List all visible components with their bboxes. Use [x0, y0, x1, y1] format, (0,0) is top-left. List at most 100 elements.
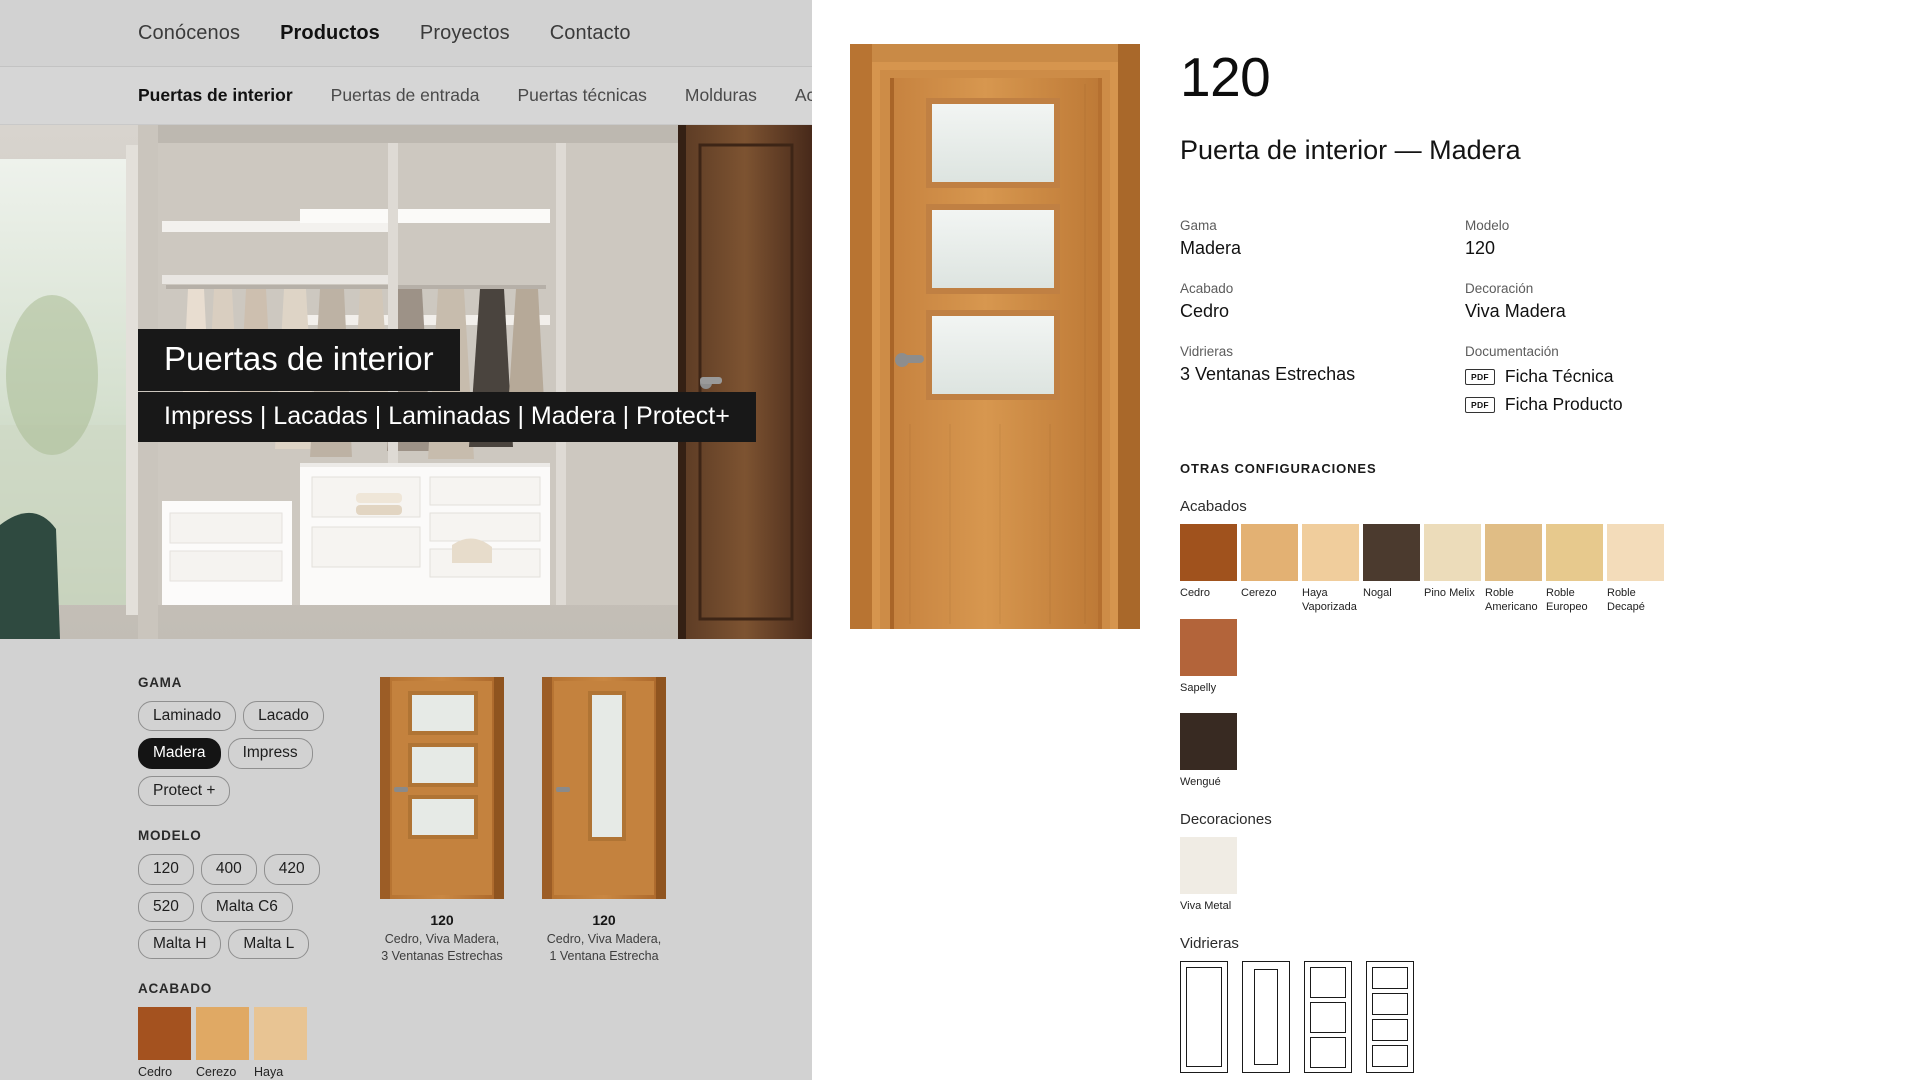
sub-navigation: Puertas de interior Puertas de entrada P… [0, 67, 812, 125]
spec-value-gama: Madera [1180, 238, 1242, 258]
app-root: Conócenos Productos Proyectos Contacto P… [0, 0, 1920, 1080]
swatch-sapelly[interactable] [1180, 618, 1237, 676]
swatch-cedro[interactable] [138, 1007, 191, 1061]
chip-modelo-120[interactable]: 120 [138, 854, 194, 885]
chip-modelo-malta-c6[interactable]: Malta C6 [200, 891, 293, 922]
spec-grid: Gama Madera Modelo 120 Acabado Cedro Dec… [1180, 196, 1720, 415]
vidriera-pane-stack [1372, 967, 1408, 1068]
vidriera-option[interactable]: 1 Ventana [1180, 961, 1228, 1080]
swatch-cell[interactable]: Viva Metal [1180, 837, 1237, 913]
product-card-title: 120 [430, 912, 454, 928]
door-thumbnail-1-ventana[interactable] [536, 675, 672, 901]
vidriera-pane [1310, 1036, 1346, 1068]
acabados-swatch-grid: Cedro Cerezo Haya Vaporizada Nogal Pino … [1180, 524, 1705, 789]
swatch-cell[interactable]: Roble Europeo [1546, 524, 1603, 615]
chip-gama-impress[interactable]: Impress [227, 738, 313, 769]
swatch-viva-metal[interactable] [1180, 837, 1237, 895]
vidriera-pane [1372, 1045, 1408, 1068]
swatch-label: Cerezo [196, 1065, 237, 1080]
swatch-cell[interactable]: Haya Vaporiz... [254, 1007, 307, 1080]
nav-item-proyectos[interactable]: Proyectos [420, 22, 510, 45]
swatch-cell[interactable]: Roble Decapé [1607, 524, 1664, 615]
swatch-nogal[interactable] [1363, 524, 1420, 581]
filter-label-gama: GAMA [138, 675, 183, 690]
product-card[interactable]: 120 Cedro, Viva Madera, 3 Ventanas Estre… [374, 675, 510, 1080]
swatch-cell[interactable]: Cerezo [196, 1007, 249, 1080]
filter-label-acabado: ACABADO [138, 981, 212, 997]
spec-key-modelo: Modelo [1465, 218, 1510, 233]
swatch-cell[interactable]: Sapelly [1180, 618, 1237, 695]
chip-modelo-420[interactable]: 420 [263, 854, 320, 885]
spec-key-gama: Gama [1180, 218, 1217, 233]
swatch-label: Nogal [1363, 587, 1392, 599]
swatch-cell[interactable]: Cedro [138, 1007, 191, 1080]
chip-modelo-400[interactable]: 400 [200, 854, 257, 885]
subnav-item-molduras[interactable]: Molduras [685, 85, 757, 106]
swatch-cerezo[interactable] [196, 1007, 249, 1061]
vidriera-pane [1372, 967, 1408, 990]
vidrieras-option-row: 1 Ventana 1 Ventana [1180, 961, 1868, 1080]
document-link-ficha-tecnica[interactable]: PDF Ficha Técnica [1465, 366, 1720, 387]
document-list: PDF Ficha Técnica PDF Ficha Producto [1465, 366, 1720, 415]
swatch-haya-vaporizada[interactable] [1302, 524, 1359, 581]
subnav-item-puertas-de-entrada[interactable]: Puertas de entrada [331, 85, 480, 106]
swatch-label: Roble Americano [1485, 587, 1538, 614]
swatch-cell[interactable]: Cerezo [1241, 524, 1298, 615]
swatch-label: Roble Europeo [1546, 587, 1588, 614]
swatch-label: Cedro [138, 1065, 173, 1080]
chip-gama-lacado[interactable]: Lacado [243, 701, 324, 732]
swatch-cell[interactable]: Pino Melix [1424, 524, 1481, 615]
vidriera-diagram-4-ventanas[interactable] [1366, 961, 1414, 1074]
swatch-label: Pino Melix [1424, 587, 1475, 599]
nav-item-productos[interactable]: Productos [280, 22, 380, 45]
vidriera-diagram-3-ventanas[interactable] [1304, 961, 1352, 1074]
vidriera-diagram-1-ventana-a[interactable] [1180, 961, 1228, 1074]
product-number: 120 [1180, 46, 1271, 108]
chip-modelo-malta-h[interactable]: Malta H [138, 928, 222, 960]
swatch-cerezo[interactable] [1241, 524, 1298, 581]
chip-gama-laminado[interactable]: Laminado [138, 701, 237, 732]
document-label: Ficha Producto [1504, 394, 1623, 414]
chip-modelo-520[interactable]: 520 [138, 891, 194, 922]
subnav-item-puertas-de-interior[interactable]: Puertas de interior [138, 85, 293, 106]
filter-group-acabado: Cedro Cerezo Haya Vaporiz... Nogal [138, 1007, 350, 1080]
document-label: Ficha Técnica [1504, 366, 1614, 386]
subnav-item-accesorios[interactable]: Acc [795, 85, 812, 106]
filter-group-modelo: 120 400 420 520 Malta C6 Malta H Malta L [138, 854, 350, 960]
chip-gama-madera[interactable]: Madera [138, 738, 221, 769]
swatch-cell[interactable]: Cedro [1180, 524, 1237, 615]
swatch-haya-vaporizada[interactable] [254, 1007, 307, 1061]
swatch-roble-decape[interactable] [1607, 524, 1664, 581]
nav-item-contacto[interactable]: Contacto [550, 22, 631, 45]
swatch-label: Haya Vaporiz... [254, 1065, 284, 1080]
swatch-cell[interactable]: Haya Vaporizada [1302, 524, 1359, 615]
product-info-column: 120 Puerta de interior — Madera Gama Mad… [1180, 40, 1868, 1080]
filter-label-modelo: MODELO [138, 828, 202, 844]
vidriera-diagram-1-ventana-b[interactable] [1242, 961, 1290, 1074]
swatch-cell[interactable]: Nogal [1363, 524, 1420, 615]
product-card-desc: Cedro, Viva Madera, 1 Ventana Estrecha [546, 932, 662, 963]
door-thumbnail-3-ventanas[interactable] [374, 675, 510, 901]
swatch-cedro[interactable] [1180, 524, 1237, 581]
swatch-label: Wengué [1180, 775, 1221, 788]
swatch-roble-europeo[interactable] [1546, 524, 1603, 581]
chip-gama-protect[interactable]: Protect + [138, 775, 231, 807]
subnav-item-puertas-tecnicas[interactable]: Puertas técnicas [518, 85, 647, 106]
spec-value-acabado: Cedro [1180, 301, 1230, 321]
swatch-pino-melix[interactable] [1424, 524, 1481, 581]
vidriera-pane [1310, 1002, 1346, 1033]
vidriera-pane-stack [1310, 967, 1346, 1068]
swatch-cell[interactable]: Wengué [1180, 712, 1705, 789]
vidriera-option[interactable]: 3 [1304, 961, 1352, 1080]
swatch-cell[interactable]: Roble Americano [1485, 524, 1542, 615]
swatch-wengue[interactable] [1180, 712, 1237, 770]
nav-item-conocenos[interactable]: Conócenos [138, 22, 240, 45]
spec-key-vidrieras: Vidrieras [1180, 344, 1234, 359]
chip-modelo-malta-l[interactable]: Malta L [228, 928, 310, 960]
vidriera-option[interactable]: 4 [1366, 961, 1414, 1080]
document-link-ficha-producto[interactable]: PDF Ficha Producto [1465, 394, 1720, 415]
vidriera-option[interactable]: 1 Ventana [1242, 961, 1290, 1080]
swatch-roble-americano[interactable] [1485, 524, 1542, 581]
website-pane: Conócenos Productos Proyectos Contacto P… [0, 0, 812, 1080]
product-card[interactable]: 120 Cedro, Viva Madera, 1 Ventana Estrec… [536, 675, 672, 1080]
